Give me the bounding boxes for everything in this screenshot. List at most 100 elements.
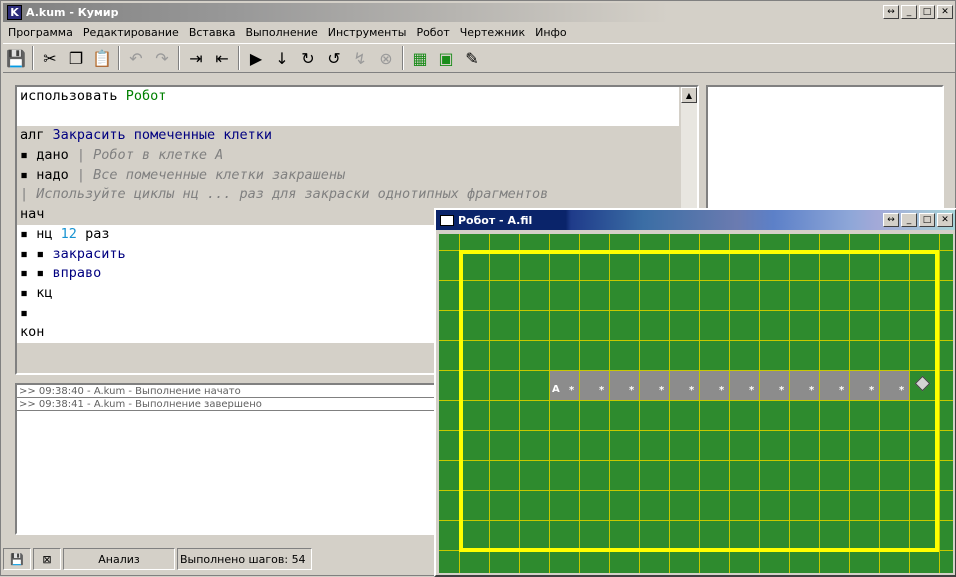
close-button[interactable]: ✕ [937,5,953,19]
close-box-icon[interactable]: ⊠ [33,548,61,570]
close-button[interactable]: ✕ [937,213,953,227]
menu-drawer[interactable]: Чертежник [455,26,530,39]
menu-bar: Программа Редактирование Вставка Выполне… [3,23,572,41]
mark-star: * [569,385,575,396]
kumir-window: K A.kum - Кумир ↔ _ □ ✕ Программа Редакт… [0,0,956,577]
mark-star: * [749,385,755,396]
paste-icon[interactable]: 📋 [89,45,115,71]
robot-field[interactable]: * * * * * * * * * * * * А [439,234,953,573]
mark-star: * [629,385,635,396]
scroll-up-icon[interactable]: ▲ [681,87,697,103]
step-out-icon[interactable]: ↺ [321,45,347,71]
code-comment: | Все помеченные клетки закрашены [76,166,346,183]
painted-cell [760,371,789,400]
code-line[interactable]: ▪ надо | Все помеченные клетки закрашены [17,165,679,186]
menu-edit[interactable]: Редактирование [78,26,184,39]
menu-info[interactable]: Инфо [530,26,572,39]
code-keyword: раз [85,225,110,242]
undo-icon[interactable]: ↶ [123,45,149,71]
robot-title-bar: Робот - A.fil ↔ _ □ ✕ [436,210,955,230]
step-back-icon[interactable]: ↯ [347,45,373,71]
code-line[interactable]: | Используйте циклы нц ... раз для закра… [17,185,679,206]
minimize-button[interactable]: _ [901,213,917,227]
status-bar: 💾 ⊠ Анализ Выполнено шагов: 54 [3,546,443,572]
mark-star: * [779,385,785,396]
code-line[interactable]: ▪ дано | Робот в клетке А [17,146,679,166]
step-into-icon[interactable]: ↓ [269,45,295,71]
code-keyword: ▪ ▪ [20,245,45,262]
field-wall [459,250,939,552]
painted-cell [880,371,909,400]
redo-icon[interactable]: ↷ [149,45,175,71]
painted-cell [730,371,759,400]
painted-cell [850,371,879,400]
maximize-button[interactable]: □ [919,213,935,227]
robot-window: Робот - A.fil ↔ _ □ ✕ * * * * * * * * * * * * А [434,208,956,577]
save-status-icon[interactable]: 💾 [3,548,31,570]
log-line: >> 09:38:40 - A.kum - Выполнение начато [17,385,435,398]
painted-cell [820,371,849,400]
drawer-icon[interactable]: ✎ [459,45,485,71]
code-keyword: алг [20,127,45,144]
code-line[interactable]: алг Закрасить помеченные клетки [17,126,679,147]
window-icon [440,214,454,226]
code-keyword: кон [20,324,45,341]
mark-star: * [719,385,725,396]
robot-field-icon[interactable]: ▦ [407,45,433,71]
painted-cell [700,371,729,400]
toolbar: 💾 ✂ ❐ 📋 ↶ ↷ ⇥ ⇤ ▶ ↓ ↻ ↺ ↯ ⊗ ▦ ▣ ✎ [3,43,955,73]
code-keyword: использовать [20,88,118,104]
painted-cell [790,371,819,400]
painted-cell [580,371,609,400]
code-keyword: ▪ [20,304,29,321]
grid-line [939,234,940,573]
painted-cell [670,371,699,400]
copy-icon[interactable]: ❐ [63,45,89,71]
mark-star: * [659,385,665,396]
save-icon[interactable]: 💾 [3,45,29,71]
mark-star: * [899,385,905,396]
run-icon[interactable]: ▶ [243,45,269,71]
mark-star: * [809,385,815,396]
stop-icon[interactable]: ⊗ [373,45,399,71]
cut-icon[interactable]: ✂ [37,45,63,71]
menu-robot[interactable]: Робот [411,26,454,39]
code-identifier: Робот [125,88,167,104]
menu-program[interactable]: Программа [3,26,78,39]
menu-run[interactable]: Выполнение [240,26,322,39]
code-keyword: ▪ нц [20,225,53,242]
code-number: 12 [60,225,77,242]
menu-insert[interactable]: Вставка [184,26,241,39]
maximize-button[interactable]: □ [919,5,935,19]
code-identifier: Закрасить помеченные клетки [52,127,272,144]
mark-star: * [599,385,605,396]
code-comment: | Используйте циклы нц ... раз для закра… [20,186,549,203]
code-keyword: ▪ дано [20,147,69,164]
analysis-label: Анализ [63,548,175,570]
code-comment: | Робот в клетке А [76,147,224,164]
restore-icon[interactable]: ↔ [883,213,899,227]
painted-cell [610,371,639,400]
code-identifier: вправо [52,265,102,282]
robot-window-title: Робот - A.fil [458,213,533,227]
steps-label: Выполнено шагов: 54 [177,548,312,570]
restore-icon[interactable]: ↔ [883,5,899,19]
robot-edit-icon[interactable]: ▣ [433,45,459,71]
code-line[interactable] [17,106,679,127]
mark-star: * [869,385,875,396]
minimize-button[interactable]: _ [901,5,917,19]
code-keyword: нач [20,206,45,223]
log-line: >> 09:38:41 - A.kum - Выполнение заверше… [17,398,435,411]
code-keyword: ▪ надо [20,166,69,183]
code-keyword: ▪ ▪ [20,265,45,282]
outdent-icon[interactable]: ⇤ [209,45,235,71]
indent-icon[interactable]: ⇥ [183,45,209,71]
menu-tools[interactable]: Инструменты [323,26,412,39]
start-label: А [552,384,560,395]
step-over-icon[interactable]: ↻ [295,45,321,71]
window-title: A.kum - Кумир [26,6,119,19]
mark-star: * [839,385,845,396]
code-line[interactable]: использовать Робот [17,87,679,107]
code-identifier: закрасить [52,245,126,262]
app-icon: K [7,5,22,20]
